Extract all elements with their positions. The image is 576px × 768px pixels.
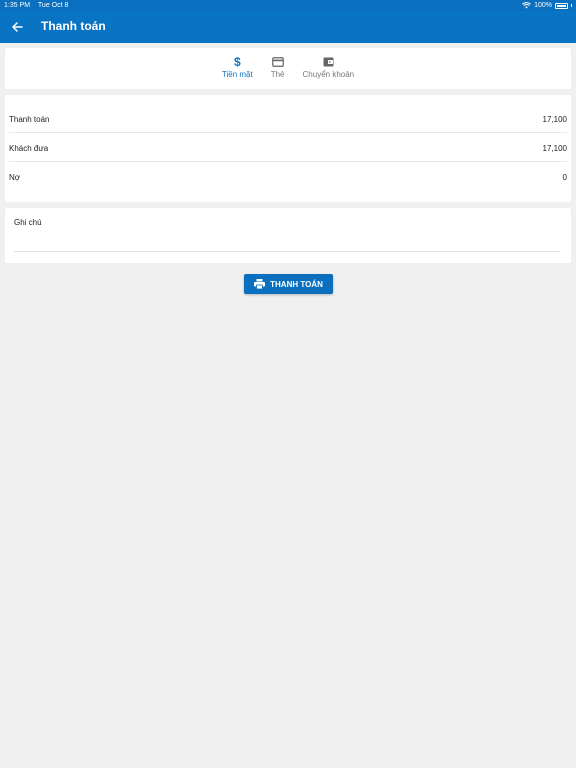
battery-icon	[555, 2, 568, 9]
pay-button[interactable]: THANH TOÁN	[244, 274, 333, 294]
tab-card[interactable]: Thẻ	[271, 56, 285, 79]
wallet-icon	[323, 57, 334, 67]
payment-amount-label: Thanh toán	[9, 115, 50, 124]
customer-paid-value[interactable]: 17,100	[543, 144, 567, 153]
status-date: Tue Oct 8	[37, 2, 69, 9]
tab-transfer-label: Chuyển khoản	[302, 70, 355, 79]
credit-card-icon	[271, 57, 284, 67]
debt-label: Nợ	[9, 172, 21, 182]
status-time: 1:35 PM	[4, 2, 31, 9]
customer-paid-label: Khách đưa	[9, 144, 49, 153]
debt-value: 0	[562, 172, 567, 182]
arrow-left-icon	[12, 22, 23, 32]
note-label: Ghi chú	[14, 218, 42, 227]
tab-cash[interactable]: $ Tiền mặt	[222, 56, 253, 79]
dollar-icon: $	[233, 55, 241, 69]
tab-transfer[interactable]: Chuyển khoản	[302, 56, 355, 79]
tab-card-label: Thẻ	[270, 70, 285, 79]
pay-button-label: THANH TOÁN	[270, 279, 323, 289]
page-title: Thanh toán	[41, 19, 106, 33]
customer-paid-row[interactable]: Khách đưa 17,100	[9, 136, 567, 162]
tab-cash-label: Tiền mặt	[221, 70, 253, 79]
printer-icon	[254, 279, 266, 289]
debt-row: Nợ 0	[9, 164, 567, 190]
wifi-icon	[522, 2, 532, 9]
note-card: Ghi chú	[5, 208, 571, 263]
payment-amount-value: 17,100	[542, 115, 567, 124]
battery-percent: 100%	[534, 2, 552, 9]
status-bar: 1:35 PM Tue Oct 8 100%	[0, 0, 576, 11]
payment-method-tabs: $ Tiền mặt Thẻ Chuyển khoản	[5, 56, 571, 79]
back-button[interactable]	[6, 16, 28, 38]
payment-method-card: $ Tiền mặt Thẻ Chuyển khoản	[5, 48, 571, 89]
note-input[interactable]	[14, 234, 560, 252]
payment-amount-row: Thanh toán 17,100	[9, 107, 567, 133]
app-bar: Thanh toán	[0, 11, 576, 43]
